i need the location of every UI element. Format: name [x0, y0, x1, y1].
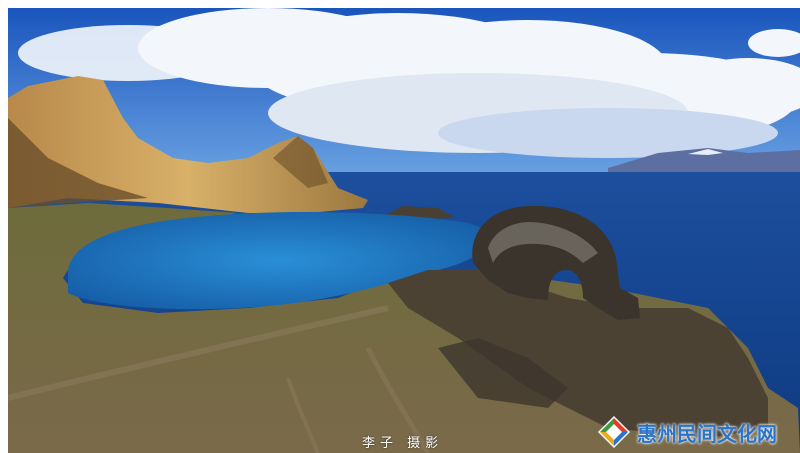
landscape-photo: [8, 8, 800, 453]
diamond-logo-icon: [598, 416, 630, 448]
landscape-illustration: [8, 8, 800, 453]
photo-credit: 李子 摄影: [362, 436, 444, 451]
site-watermark: 惠州民间文化网: [597, 414, 777, 450]
site-name: 惠州民间文化网: [637, 421, 777, 446]
photo-frame: 李子 摄影 惠州民间文化网: [0, 0, 800, 453]
